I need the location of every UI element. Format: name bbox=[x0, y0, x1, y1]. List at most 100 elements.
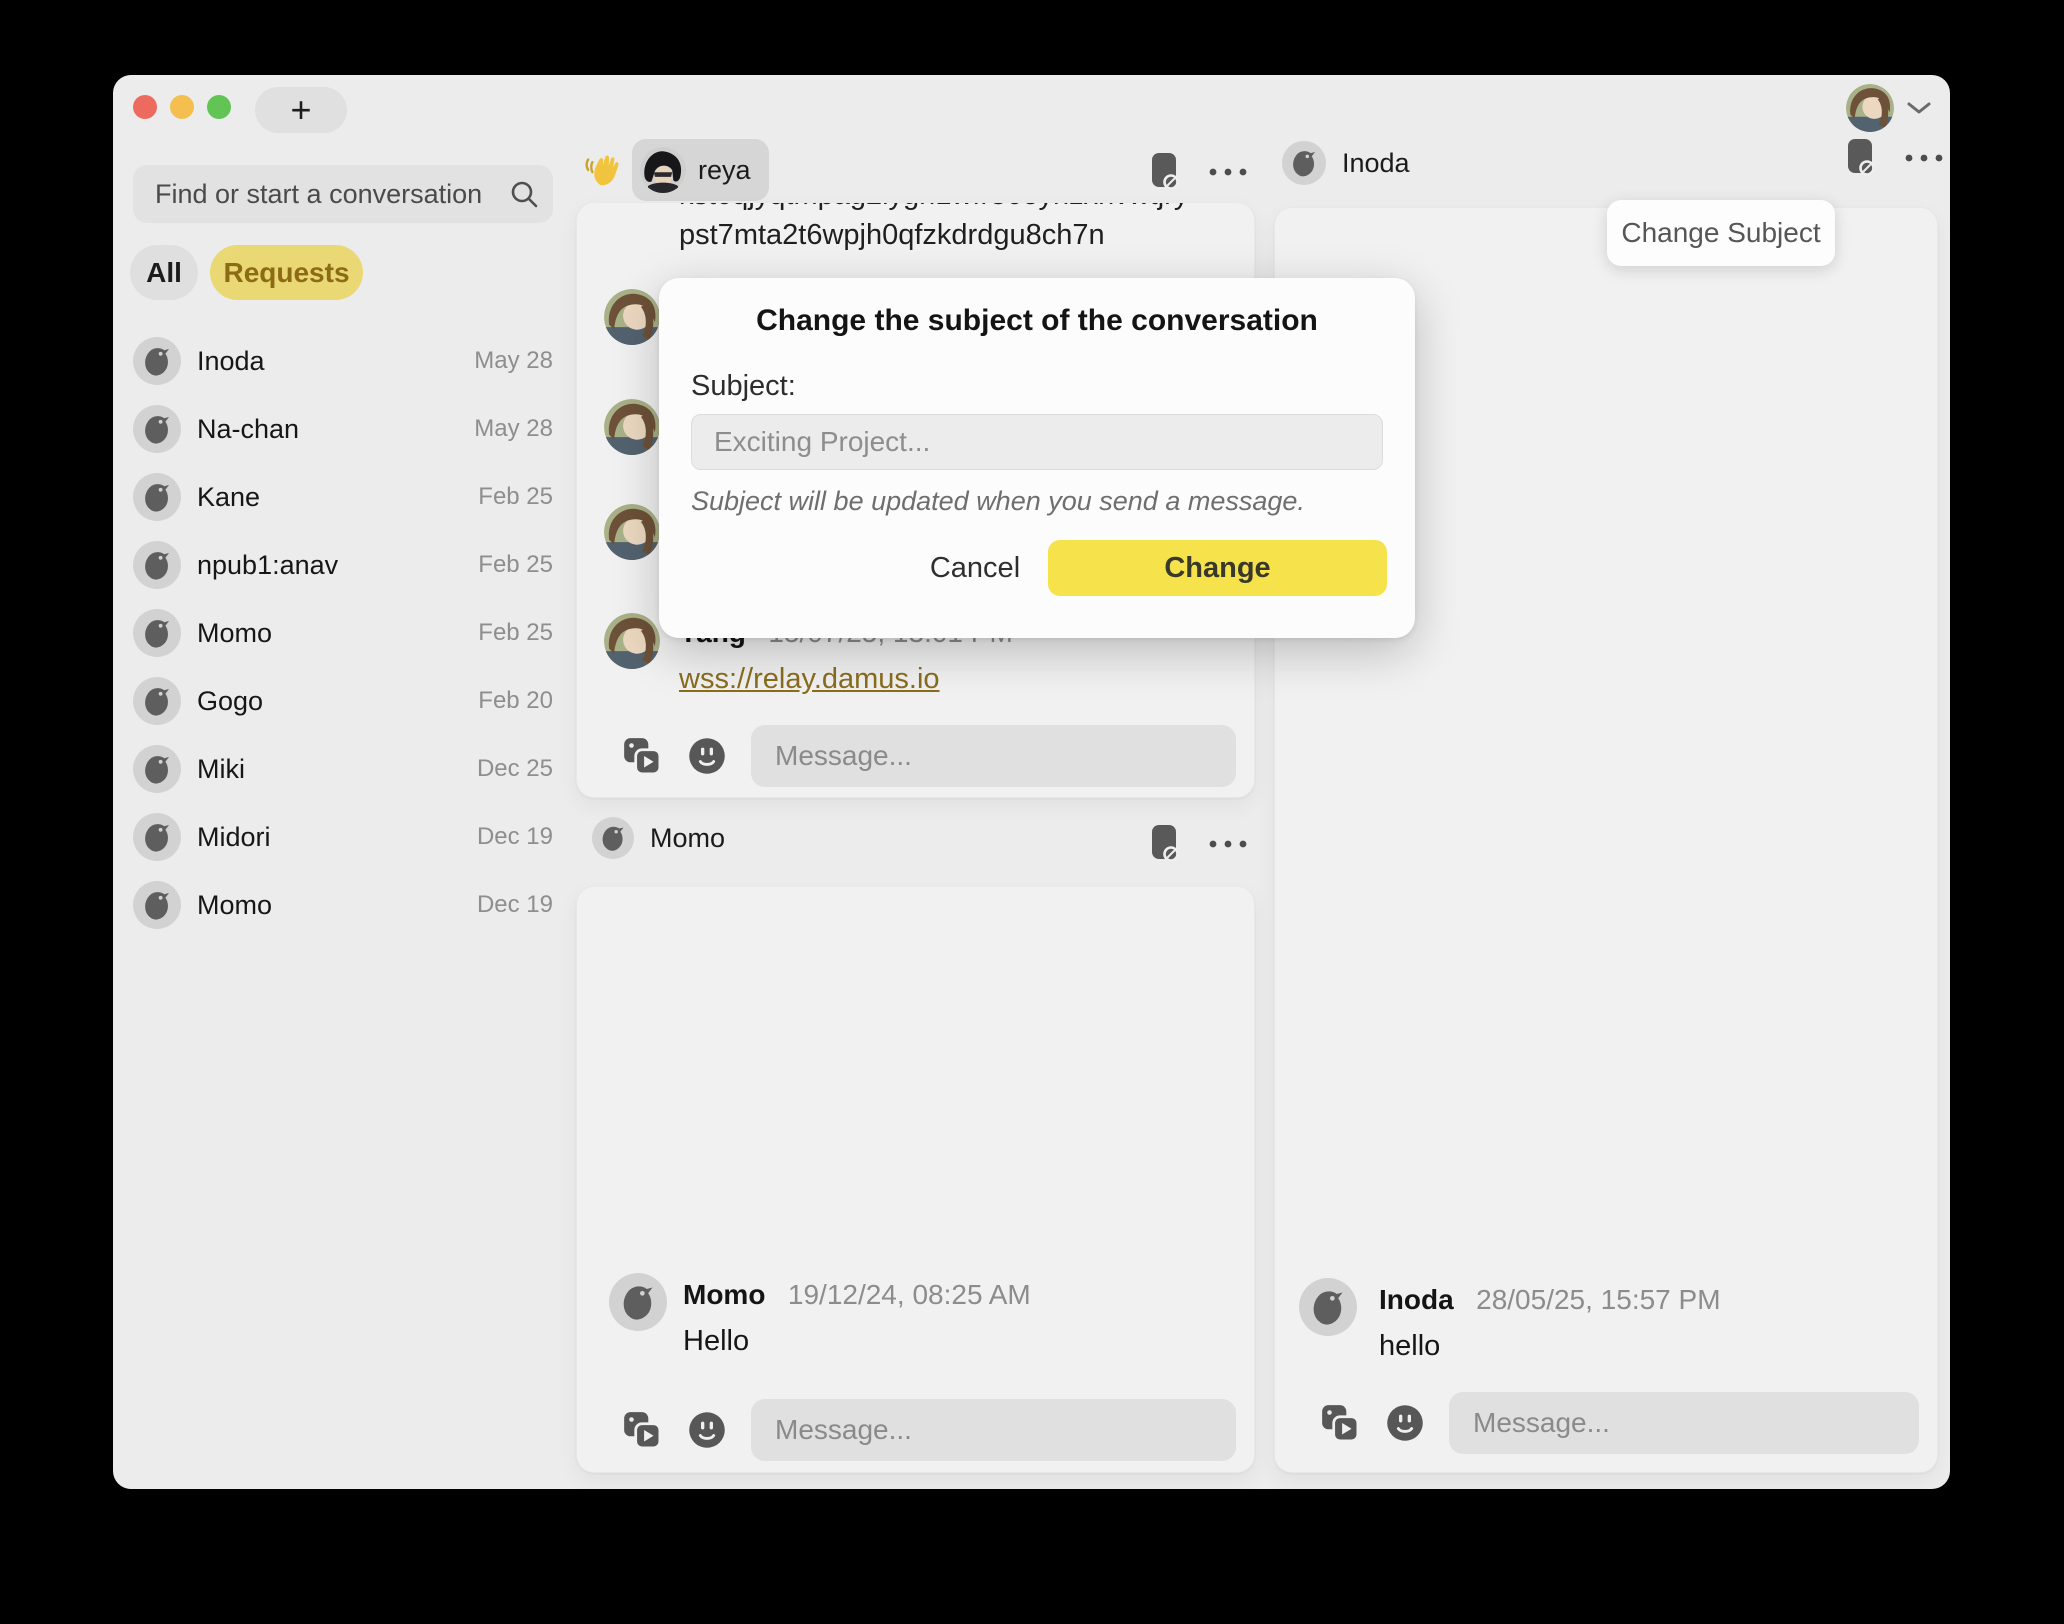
chat-title: Momo bbox=[650, 823, 725, 854]
chat-title: Inoda bbox=[1342, 148, 1410, 179]
default-avatar-icon bbox=[133, 337, 181, 385]
default-avatar-icon bbox=[133, 881, 181, 929]
reya-chat-header: reya bbox=[584, 139, 769, 201]
reya-avatar bbox=[640, 147, 686, 193]
message-text: hello bbox=[1379, 1330, 1721, 1363]
wave-emoji-icon bbox=[584, 151, 622, 189]
attach-media-icon[interactable] bbox=[621, 1409, 663, 1451]
momo-avatar bbox=[592, 817, 634, 859]
change-subject-icon[interactable] bbox=[1148, 151, 1182, 193]
reya-contact-pill[interactable]: reya bbox=[632, 139, 769, 201]
conversation-name: Gogo bbox=[197, 686, 462, 717]
message-input-container[interactable] bbox=[1449, 1392, 1919, 1454]
conversation-row[interactable]: Gogo Feb 20 bbox=[133, 667, 553, 735]
momo-avatar bbox=[609, 1273, 667, 1331]
chat-title: reya bbox=[698, 155, 751, 186]
conversation-name: Miki bbox=[197, 754, 461, 785]
tab-all[interactable]: All bbox=[130, 245, 198, 300]
conversation-row[interactable]: Inoda May 28 bbox=[133, 327, 553, 395]
message: Momo 19/12/24, 08:25 AM Hello bbox=[683, 1279, 1031, 1358]
minimize-window-button[interactable] bbox=[170, 95, 194, 119]
conversation-row[interactable]: Miki Dec 25 bbox=[133, 735, 553, 803]
change-subject-icon[interactable] bbox=[1844, 137, 1878, 179]
tab-requests[interactable]: Requests bbox=[210, 245, 363, 300]
inoda-chat-header: Inoda bbox=[1282, 141, 1410, 185]
default-avatar-icon bbox=[133, 745, 181, 793]
conversation-date: Dec 25 bbox=[477, 755, 553, 783]
default-avatar-icon bbox=[133, 813, 181, 861]
attach-media-icon[interactable] bbox=[621, 735, 663, 777]
message-input-container[interactable] bbox=[751, 1399, 1236, 1461]
conversation-row[interactable]: npub1:anav Feb 25 bbox=[133, 531, 553, 599]
npub-line-clipped: kst6qjyqtmpag2lygn1wfr36oyhzxhvwtjry bbox=[679, 202, 1188, 215]
change-button[interactable]: Change bbox=[1048, 540, 1387, 596]
message-input[interactable] bbox=[775, 1414, 1212, 1446]
conversation-date: Dec 19 bbox=[477, 823, 553, 851]
change-subject-tooltip: Change Subject bbox=[1607, 200, 1835, 266]
default-avatar-icon bbox=[133, 541, 181, 589]
conversation-date: May 28 bbox=[474, 415, 553, 443]
message-input[interactable] bbox=[1473, 1407, 1895, 1439]
message-input-container[interactable] bbox=[751, 725, 1236, 787]
message-timestamp: 19/12/24, 08:25 AM bbox=[788, 1279, 1031, 1311]
message-timestamp: 28/05/25, 15:57 PM bbox=[1476, 1284, 1720, 1316]
close-window-button[interactable] bbox=[133, 95, 157, 119]
momo-chat-panel: Momo 19/12/24, 08:25 AM Hello bbox=[576, 886, 1255, 1473]
relay-link[interactable]: wss://relay.damus.io bbox=[679, 663, 940, 695]
conversation-date: Dec 19 bbox=[477, 891, 553, 919]
conversation-name: Momo bbox=[197, 890, 461, 921]
conversation-row[interactable]: Midori Dec 19 bbox=[133, 803, 553, 871]
conversation-row[interactable]: Kane Feb 25 bbox=[133, 463, 553, 531]
conversation-name: Kane bbox=[197, 482, 462, 513]
conversation-row[interactable]: Momo Feb 25 bbox=[133, 599, 553, 667]
default-avatar-icon bbox=[133, 609, 181, 657]
yang-avatar bbox=[604, 613, 660, 669]
npub-line: pst7mta2t6wpjh0qfzkdrdgu8ch7n bbox=[679, 215, 1188, 255]
conversation-date: Feb 20 bbox=[478, 687, 553, 715]
subject-note: Subject will be updated when you send a … bbox=[691, 486, 1305, 517]
more-options-icon[interactable] bbox=[1208, 167, 1248, 177]
inoda-avatar bbox=[1299, 1278, 1357, 1336]
conversation-row[interactable]: Momo Dec 19 bbox=[133, 871, 553, 939]
more-options-icon[interactable] bbox=[1208, 839, 1248, 849]
zoom-window-button[interactable] bbox=[207, 95, 231, 119]
default-avatar-icon bbox=[133, 473, 181, 521]
search-conversation-field[interactable] bbox=[133, 165, 553, 223]
conversation-name: Na-chan bbox=[197, 414, 458, 445]
conversation-date: Feb 25 bbox=[478, 483, 553, 511]
more-options-icon[interactable] bbox=[1904, 153, 1944, 163]
yang-avatar bbox=[604, 504, 660, 560]
conversation-row[interactable]: Na-chan May 28 bbox=[133, 395, 553, 463]
message-input[interactable] bbox=[775, 740, 1212, 772]
yang-avatar bbox=[604, 289, 660, 345]
conversation-date: May 28 bbox=[474, 347, 553, 375]
message-author: Momo bbox=[683, 1279, 765, 1311]
conversation-name: npub1:anav bbox=[197, 550, 462, 581]
change-subject-icon[interactable] bbox=[1148, 823, 1182, 865]
conversation-name: Midori bbox=[197, 822, 461, 853]
default-avatar-icon bbox=[133, 677, 181, 725]
dialog-title: Change the subject of the conversation bbox=[659, 304, 1415, 338]
emoji-picker-icon[interactable] bbox=[1385, 1403, 1425, 1443]
search-input[interactable] bbox=[155, 179, 509, 210]
conversation-date: Feb 25 bbox=[478, 619, 553, 647]
subject-label: Subject: bbox=[691, 370, 796, 403]
yang-avatar bbox=[604, 399, 660, 455]
message-author: Inoda bbox=[1379, 1284, 1454, 1316]
npub-message: kst6qjyqtmpag2lygn1wfr36oyhzxhvwtjry pst… bbox=[679, 202, 1188, 255]
conversation-name: Momo bbox=[197, 618, 462, 649]
emoji-picker-icon[interactable] bbox=[687, 1410, 727, 1450]
subject-input[interactable] bbox=[691, 414, 1383, 470]
change-subject-dialog: Change the subject of the conversation S… bbox=[659, 278, 1415, 638]
momo-chat-header: Momo bbox=[592, 817, 725, 859]
emoji-picker-icon[interactable] bbox=[687, 736, 727, 776]
default-avatar-icon bbox=[133, 405, 181, 453]
cancel-button[interactable]: Cancel bbox=[885, 540, 1065, 596]
app-window: + All Requests Inoda May 28 bbox=[113, 75, 1950, 1489]
inoda-avatar bbox=[1282, 141, 1326, 185]
conversation-name: Inoda bbox=[197, 346, 458, 377]
search-icon bbox=[509, 179, 539, 209]
conversation-date: Feb 25 bbox=[478, 551, 553, 579]
attach-media-icon[interactable] bbox=[1319, 1402, 1361, 1444]
new-tab-button[interactable]: + bbox=[255, 87, 347, 133]
